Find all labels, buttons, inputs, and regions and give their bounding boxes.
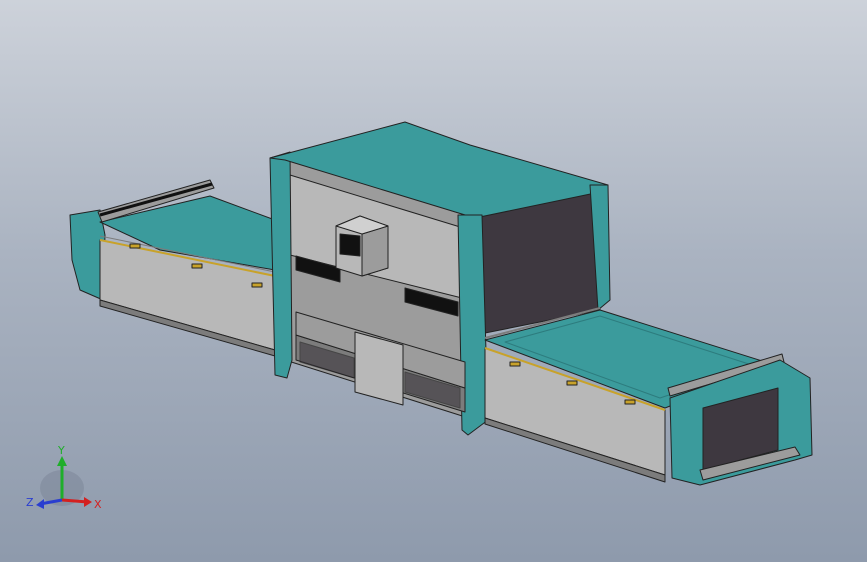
graphics-viewport[interactable]: Y X Z xyxy=(0,0,867,562)
center-door xyxy=(354,331,404,406)
machine-3d-model[interactable] xyxy=(0,0,867,562)
z-axis-arrow xyxy=(36,499,44,509)
x-axis-arrow xyxy=(84,497,92,507)
y-axis-arrow xyxy=(57,456,67,466)
z-axis-label: Z xyxy=(26,496,34,509)
x-axis-label: X xyxy=(94,498,102,511)
left-table xyxy=(69,179,276,357)
coordinate-triad: Y X Z xyxy=(26,444,102,511)
y-axis-label: Y xyxy=(57,444,65,457)
control-screen xyxy=(339,233,361,257)
right-table xyxy=(484,307,813,486)
